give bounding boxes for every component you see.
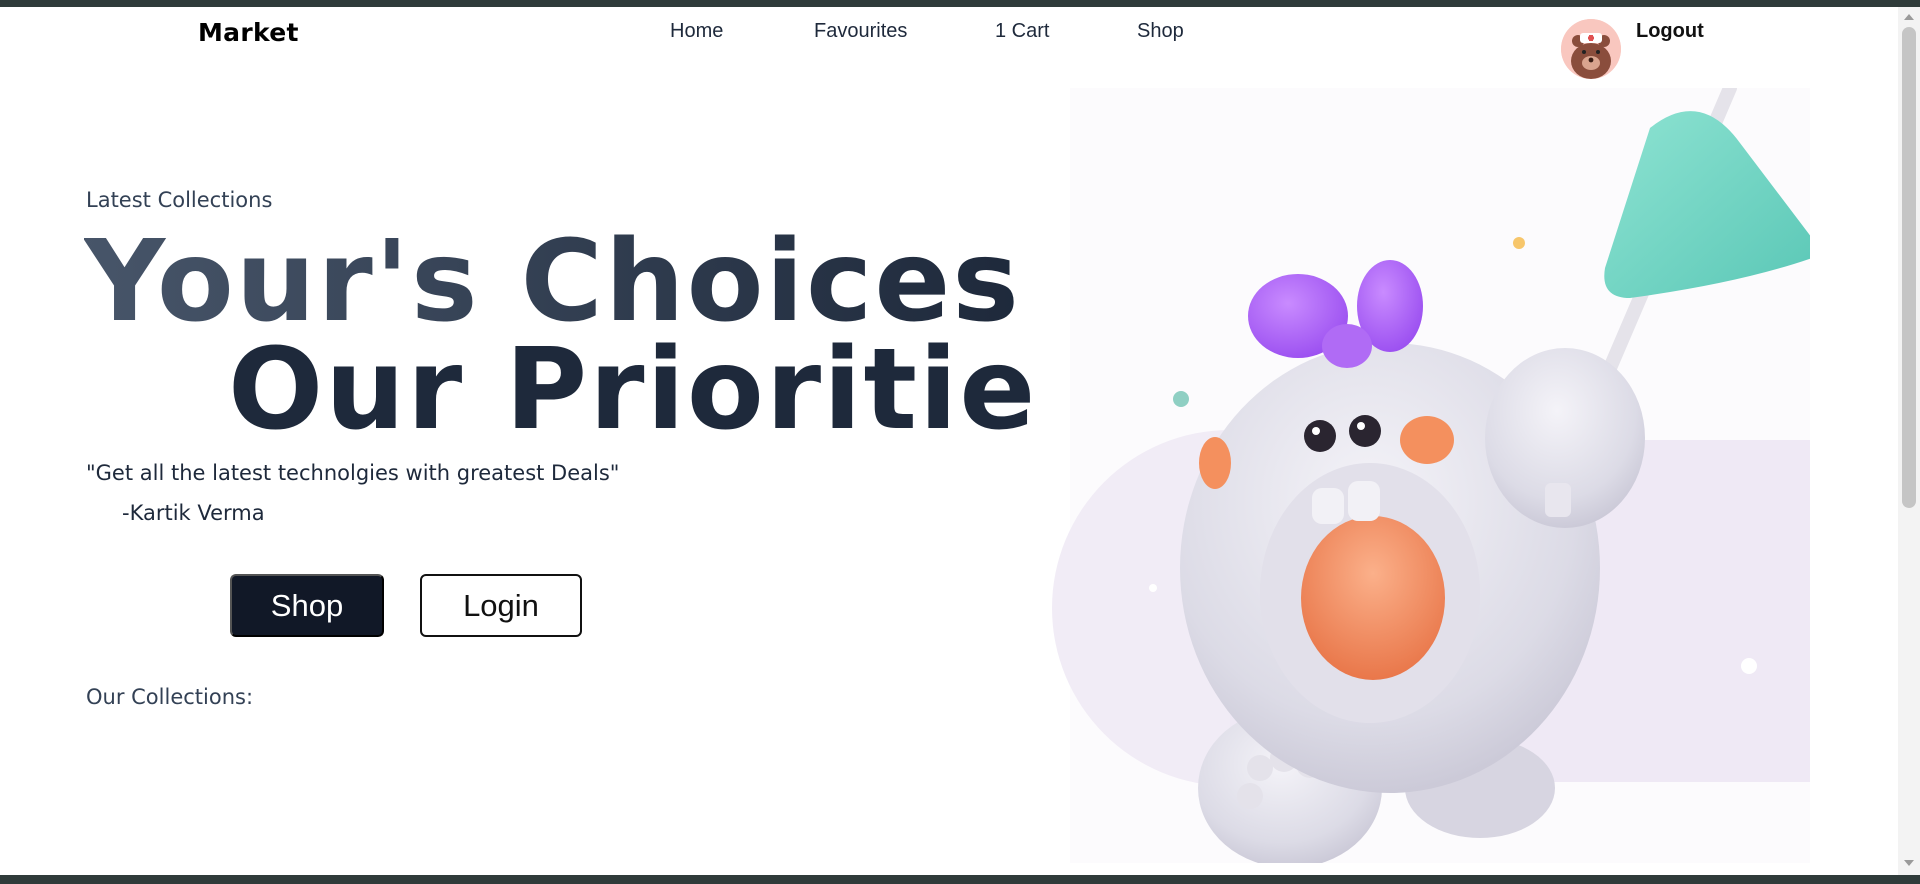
nav-home[interactable]: Home	[670, 20, 723, 43]
bear-avatar-icon	[1561, 19, 1621, 79]
hero-quote: "Get all the latest technolgies with gre…	[86, 461, 620, 485]
browser-top-bar	[0, 0, 1920, 7]
nav-shop[interactable]: Shop	[1137, 20, 1184, 43]
logout-link[interactable]: Logout	[1636, 20, 1704, 43]
headline-line-2: Our Priorities	[228, 325, 1107, 455]
nav-cart[interactable]: 1 Cart	[995, 20, 1049, 43]
monster-mascot-illustration	[1040, 88, 1810, 863]
user-avatar[interactable]	[1561, 19, 1621, 79]
scrollbar-thumb[interactable]	[1902, 27, 1916, 508]
login-button[interactable]: Login	[420, 574, 582, 637]
nav-favourites[interactable]: Favourites	[814, 20, 907, 43]
eyebrow-label: Latest Collections	[86, 188, 273, 212]
headline-line-1: Your's Choices	[84, 217, 1021, 347]
brand-logo[interactable]: Market	[198, 18, 299, 47]
collections-heading: Our Collections:	[86, 685, 254, 709]
shop-button[interactable]: Shop	[230, 574, 384, 637]
scroll-down-arrow-icon[interactable]	[1904, 860, 1914, 866]
quote-author: -Kartik Verma	[122, 501, 265, 525]
scroll-up-arrow-icon[interactable]	[1904, 14, 1914, 20]
browser-bottom-bar	[0, 875, 1920, 884]
